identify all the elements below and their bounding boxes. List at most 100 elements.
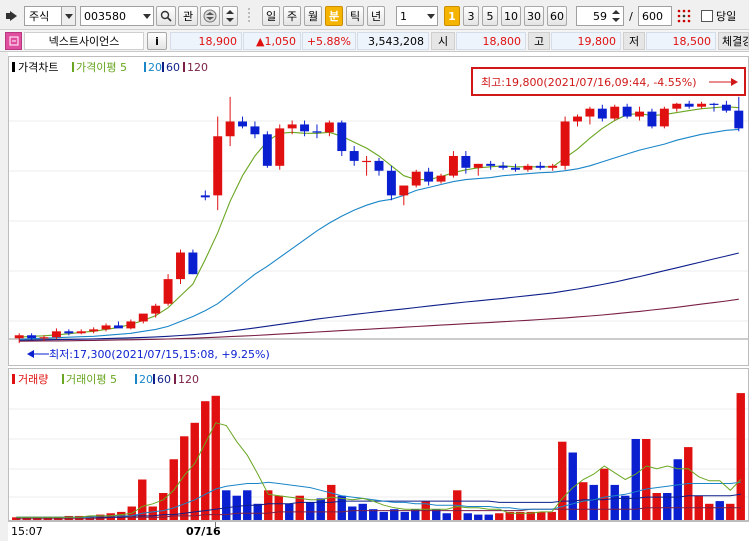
preset-label: 60 (550, 9, 564, 23)
time-axis-label-start: 15:07 (11, 525, 43, 538)
volume-legend: 거래량 거래이평 5 20 60 120 (12, 373, 199, 386)
period-day-button[interactable]: 일 (262, 6, 280, 26)
candle-body (27, 335, 37, 339)
candle-body (39, 337, 49, 339)
candle-body (200, 195, 210, 198)
volume-bar (705, 503, 714, 520)
market-type-select[interactable]: 주식 (24, 6, 76, 26)
period-month-button[interactable]: 월 (304, 6, 322, 26)
candle-body (498, 165, 508, 168)
volume-bar (726, 503, 735, 520)
candle-body (511, 167, 520, 170)
today-checkbox[interactable] (700, 6, 713, 26)
stock-name: 넥스트사이언스 (24, 32, 144, 50)
preset-60-button[interactable]: 60 (547, 6, 567, 26)
count-stepper[interactable]: 59 (576, 6, 624, 26)
high-annotation: 최고:19,800(2021/07/16,09:44, -4.55%) (471, 67, 746, 96)
legend-vma60-marker (153, 374, 155, 384)
search-button[interactable] (156, 6, 176, 26)
grid-dots-icon[interactable] (675, 6, 693, 26)
price-ma5-line (19, 106, 739, 338)
volume-bar (631, 439, 640, 520)
candle-body (176, 252, 185, 280)
volume-bar (274, 495, 283, 520)
volume-bar (600, 468, 609, 520)
volume-bar (190, 422, 199, 520)
price-chart-svg[interactable]: 가격차트 가격이평 5 20 60 120 최고:19,800(2021/07/… (9, 57, 748, 372)
legend-ma120: 120 (187, 61, 208, 74)
stepper-arrows-icon[interactable] (610, 8, 622, 24)
count-separator: / (626, 6, 636, 26)
volume-bar (715, 501, 724, 520)
volume-bar (180, 436, 189, 520)
preset-1-button[interactable]: 1 (444, 6, 460, 26)
total-count-input[interactable]: 600 (638, 6, 672, 26)
candle-body (349, 151, 359, 161)
volume-text: 3,543,208 (368, 34, 424, 48)
volume-bar (253, 503, 262, 520)
price-moving-averages (19, 106, 739, 342)
preset-30-button[interactable]: 30 (524, 6, 544, 26)
legend-vma20-marker (135, 374, 137, 384)
high-label-text: 고 (533, 35, 545, 48)
up-down-arrow-icon (226, 10, 234, 22)
volume-bar (232, 495, 241, 520)
volume-bar (547, 511, 556, 520)
stock-code-input[interactable]: 003580 (80, 6, 154, 26)
price-chart-pane[interactable]: 가격차트 가격이평 5 20 60 120 최고:19,800(2021/07/… (8, 56, 749, 372)
current-price: 18,900 (170, 32, 242, 50)
legend-vma5: 거래이평 5 (66, 373, 117, 386)
candle-body (399, 185, 409, 196)
period-label: 주 (286, 10, 298, 23)
preset-5-button[interactable]: 5 (482, 6, 498, 26)
candle-body (324, 122, 334, 133)
preset-10-button[interactable]: 10 (501, 6, 521, 26)
up-down-stepper[interactable] (222, 6, 238, 26)
legend-vma120: 120 (178, 373, 199, 386)
volume-bar (495, 513, 504, 520)
interval-select[interactable]: 1 (396, 6, 438, 26)
period-minute-button[interactable]: 분 (325, 6, 343, 26)
volume-bar (484, 514, 493, 520)
volume-chart-svg[interactable]: 거래량 거래이평 5 20 60 120 (9, 369, 748, 520)
search-icon (160, 10, 172, 22)
preset-label: 10 (504, 9, 518, 23)
period-week-button[interactable]: 주 (283, 6, 301, 26)
candle-body (300, 124, 310, 132)
candle-body (163, 279, 173, 304)
vertical-divider-icon (243, 6, 255, 26)
preset-label: 1 (448, 9, 456, 23)
candle-body (573, 116, 582, 122)
period-year-button[interactable]: 년 (367, 6, 385, 26)
info-button[interactable]: i (147, 32, 167, 50)
volume-bar (222, 490, 231, 520)
volume-bar (610, 484, 619, 520)
legend-marker (12, 62, 15, 72)
pin-icon[interactable] (4, 6, 20, 26)
candle-body (523, 165, 533, 170)
low-arrowhead-icon (27, 350, 34, 358)
volume-bar (201, 401, 210, 520)
candle-body (647, 111, 657, 127)
preset-3-button[interactable]: 3 (463, 6, 479, 26)
candle-body (51, 331, 61, 338)
legend-vma60: 60 (157, 373, 171, 386)
candle-body (151, 305, 161, 314)
preset-label: 3 (467, 9, 475, 23)
volume-bar (463, 513, 472, 520)
chevron-down-icon[interactable] (423, 7, 437, 25)
volume-bar (442, 513, 451, 520)
period-label: 일 (265, 10, 277, 23)
exchange-badge-icon (5, 32, 22, 50)
chevron-down-icon[interactable] (139, 7, 153, 25)
stock-name-text: 넥스트사이언스 (48, 35, 120, 48)
candle-body (721, 104, 731, 111)
legend-ma5-marker (72, 62, 74, 72)
chevron-down-icon[interactable] (61, 7, 75, 25)
stack-icon (203, 9, 217, 23)
price-chart-title: 가격차트 (18, 61, 58, 74)
period-tick-button[interactable]: 틱 (346, 6, 364, 26)
settings-button[interactable] (200, 6, 220, 26)
interest-button[interactable]: 관 (178, 6, 198, 26)
volume-chart-pane[interactable]: 거래량 거래이평 5 20 60 120 (8, 368, 749, 521)
